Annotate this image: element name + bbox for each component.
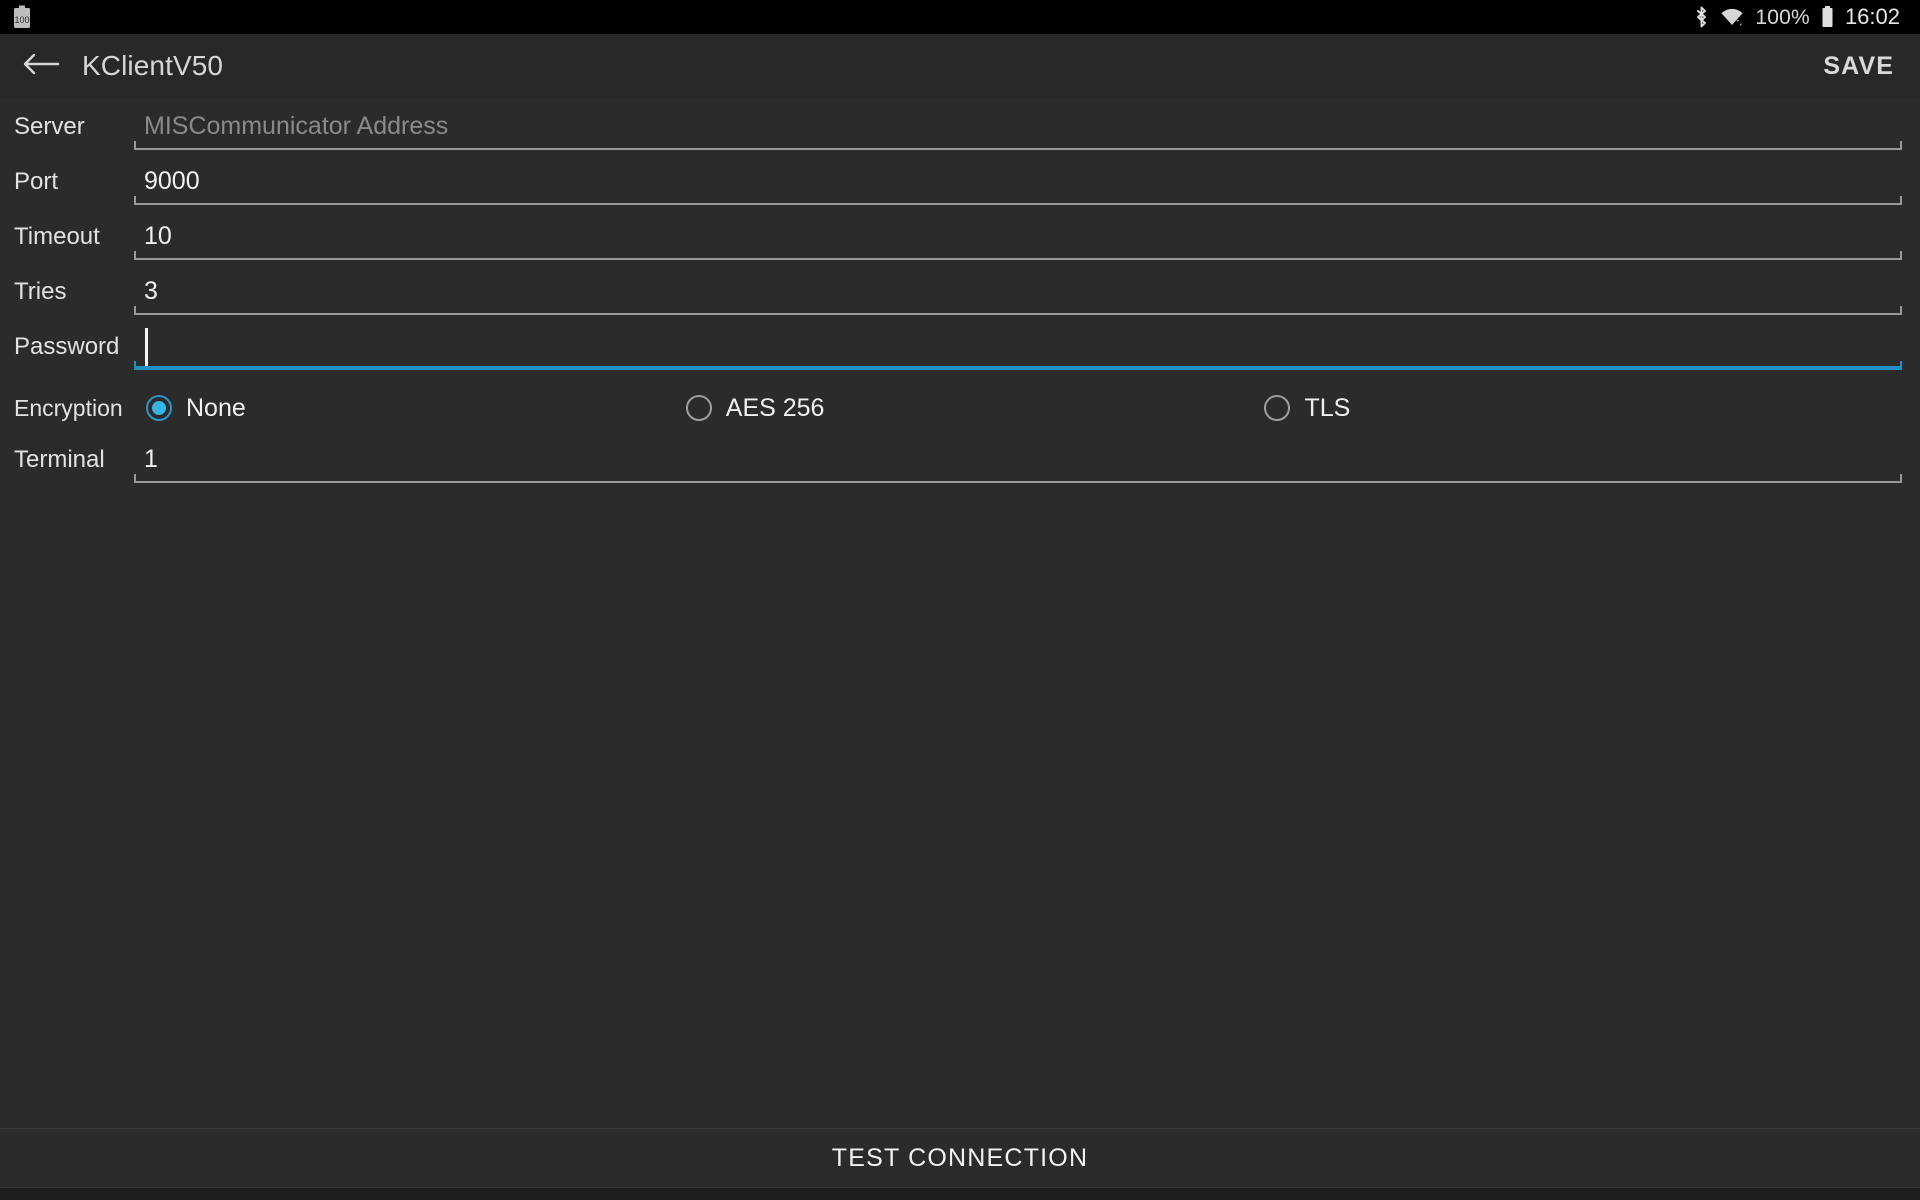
page-title: KClientV50 [82, 50, 224, 81]
timeout-input-underline [134, 251, 1902, 260]
battery-full-icon [1820, 5, 1835, 29]
terminal-label: Terminal [14, 446, 105, 473]
radio-unselected-icon [1264, 395, 1291, 421]
form-row-terminal: Terminal 1 [0, 437, 1920, 492]
status-bar-left: 100 [12, 5, 32, 29]
app-bar: KClientV50 SAVE [0, 34, 1920, 98]
form-row-server: Server MISCommunicator Address [0, 104, 1920, 159]
battery-saver-icon: 100 [12, 5, 32, 29]
password-label: Password [14, 333, 120, 360]
radio-option-aes256-label: AES 256 [725, 393, 825, 422]
svg-text:100: 100 [14, 15, 29, 25]
server-label: Server [14, 113, 85, 140]
back-button[interactable] [18, 43, 64, 89]
form-row-encryption: Encryption None AES 256 TLS [0, 379, 1920, 437]
app-screen: 100 100% 16:02 KClientV50 SAVE Server MI… [0, 0, 1920, 1200]
encryption-radio-group: None AES 256 TLS [134, 379, 1920, 437]
bluetooth-icon [1694, 5, 1709, 29]
encryption-label: Encryption [14, 395, 123, 421]
tries-label: Tries [14, 278, 67, 305]
password-input[interactable] [134, 324, 1902, 370]
save-button[interactable]: SAVE [1819, 44, 1898, 89]
radio-unselected-icon [685, 395, 712, 421]
form-row-password: Password [0, 324, 1920, 379]
radio-option-tls[interactable]: TLS [1264, 384, 1350, 432]
tries-input-underline [134, 306, 1902, 315]
terminal-input[interactable]: 1 [134, 437, 1902, 483]
terminal-input-underline [134, 474, 1902, 483]
radio-option-none[interactable]: None [146, 384, 246, 432]
radio-option-tls-label: TLS [1304, 393, 1351, 422]
port-input-underline [134, 196, 1902, 205]
port-label: Port [14, 168, 59, 195]
tries-input[interactable]: 3 [134, 269, 1902, 315]
back-arrow-icon [21, 51, 61, 82]
status-bar: 100 100% 16:02 [0, 0, 1920, 34]
form-row-tries: Tries 3 [0, 269, 1920, 324]
settings-form: Server MISCommunicator Address Port 9000… [0, 98, 1920, 1128]
battery-percent-label: 100% [1755, 5, 1810, 29]
navigation-strip [0, 1187, 1920, 1200]
status-bar-right: 100% 16:02 [1694, 5, 1900, 29]
test-connection-label: TEST CONNECTION [831, 1143, 1089, 1172]
radio-option-none-label: None [186, 393, 246, 422]
password-input-underline [134, 361, 1902, 370]
radio-selected-icon [146, 395, 172, 421]
timeout-label: Timeout [14, 223, 100, 250]
timeout-input[interactable]: 10 [134, 214, 1902, 260]
port-input[interactable]: 9000 [134, 159, 1902, 205]
form-row-port: Port 9000 [0, 159, 1920, 214]
test-connection-button[interactable]: TEST CONNECTION [0, 1128, 1920, 1187]
form-row-timeout: Timeout 10 [0, 214, 1920, 269]
wifi-icon [1719, 5, 1745, 29]
server-input-underline [134, 141, 1902, 150]
bottom-bar: TEST CONNECTION [0, 1128, 1920, 1200]
status-bar-clock: 16:02 [1844, 4, 1900, 29]
radio-option-aes256[interactable]: AES 256 [685, 384, 825, 432]
server-input[interactable]: MISCommunicator Address [134, 104, 1902, 150]
